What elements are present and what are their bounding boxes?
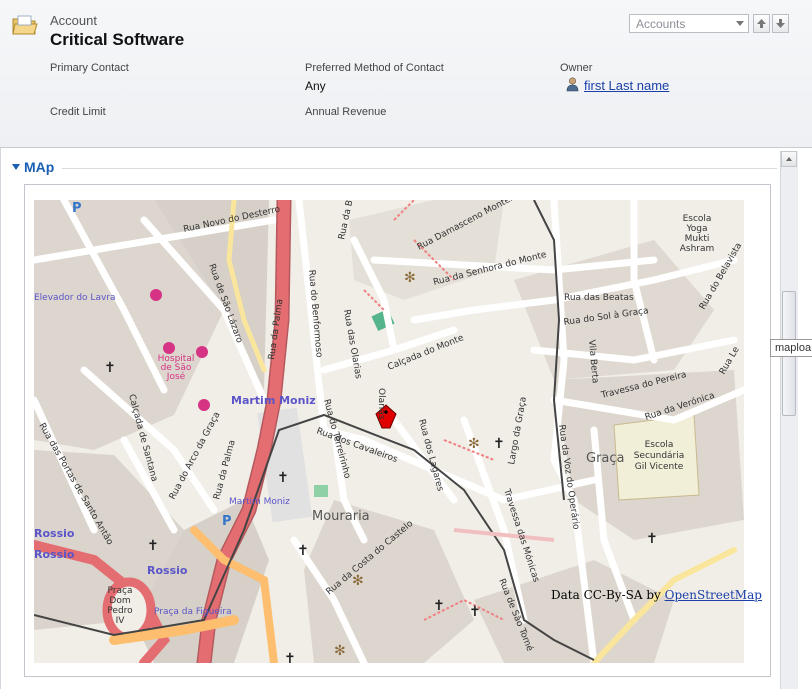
map-attribution: Data CC-By-SA by OpenStreetMap xyxy=(551,588,762,602)
map-label: Gil Vicente xyxy=(635,462,684,472)
record-title: Critical Software xyxy=(50,30,185,49)
owner-link[interactable]: first Last name xyxy=(584,78,669,93)
church-icon: ✝ xyxy=(277,470,289,486)
church-icon: ✝ xyxy=(469,604,481,620)
map-label: Ashram xyxy=(680,244,715,254)
map-label: Escola xyxy=(683,214,712,224)
church-icon: ✝ xyxy=(147,538,159,554)
map-label: Martim Moniz xyxy=(231,394,316,407)
preferred-method-label: Preferred Method of Contact xyxy=(305,62,444,74)
section-title[interactable]: MAp xyxy=(24,159,54,175)
map-label: Graça xyxy=(586,451,625,466)
owner-label: Owner xyxy=(560,62,593,74)
parking-icon: P xyxy=(222,514,232,529)
map-label: Olarias xyxy=(376,388,386,420)
map-label: IV xyxy=(116,616,126,626)
viewpoint-icon: ✻ xyxy=(468,436,480,452)
vertical-scrollbar[interactable] xyxy=(780,151,798,689)
next-record-button[interactable] xyxy=(772,14,789,33)
caret-up-icon xyxy=(786,157,792,161)
map-label: Rossio xyxy=(147,564,188,577)
collapse-icon[interactable] xyxy=(12,164,20,170)
form-selector-value: Accounts xyxy=(636,17,686,31)
map-label: Rossio xyxy=(34,548,75,561)
map-label: Escola xyxy=(645,440,674,450)
map-label: Praça xyxy=(108,586,133,596)
parking-icon: P xyxy=(72,201,82,216)
annual-revenue-label: Annual Revenue xyxy=(305,106,387,118)
map-label: Secundária xyxy=(634,451,685,461)
user-icon xyxy=(566,77,579,92)
previous-record-button[interactable] xyxy=(753,14,770,33)
map-label: Rua das Beatas xyxy=(564,293,634,303)
map-label: Praça da Figueira xyxy=(154,607,232,617)
church-icon: ✝ xyxy=(493,436,505,452)
preferred-method-value[interactable]: Any xyxy=(305,79,326,93)
tooltip: maploa xyxy=(770,339,812,357)
viewpoint-icon: ✻ xyxy=(404,270,416,286)
record-header: Account Critical Software Accounts Prima… xyxy=(0,0,812,148)
scroll-up-button[interactable] xyxy=(781,151,797,167)
map-label: Rossio xyxy=(34,527,75,540)
openstreetmap-link[interactable]: OpenStreetMap xyxy=(665,588,762,602)
map-label: Mouraria xyxy=(312,509,370,524)
credit-limit-label: Credit Limit xyxy=(50,106,106,118)
church-icon: ✝ xyxy=(284,651,296,663)
church-icon: ✝ xyxy=(433,598,445,614)
map-label: Pedro xyxy=(107,606,133,616)
church-icon: ✝ xyxy=(104,360,116,376)
form-selector[interactable]: Accounts xyxy=(629,14,749,33)
map-label: José xyxy=(166,371,186,382)
attribution-text: Data CC-By-SA by xyxy=(551,588,665,602)
map-label: Elevador do Lavra xyxy=(34,293,116,303)
church-icon: ✝ xyxy=(646,531,658,547)
map-label: Dom xyxy=(109,596,130,606)
folder-icon xyxy=(12,15,38,35)
primary-contact-label: Primary Contact xyxy=(50,62,129,74)
form-border xyxy=(0,148,1,689)
arrow-down-icon xyxy=(776,19,785,28)
map-label: Yoga xyxy=(685,224,707,234)
church-icon: ✝ xyxy=(297,543,309,559)
map-label: Martim Moniz xyxy=(229,497,290,507)
entity-type-label: Account xyxy=(50,13,97,28)
section-divider xyxy=(62,168,777,169)
viewpoint-icon: ✻ xyxy=(334,643,346,659)
map-label: Mukti xyxy=(685,234,710,244)
chevron-down-icon xyxy=(736,21,744,26)
arrow-up-icon xyxy=(757,19,766,28)
